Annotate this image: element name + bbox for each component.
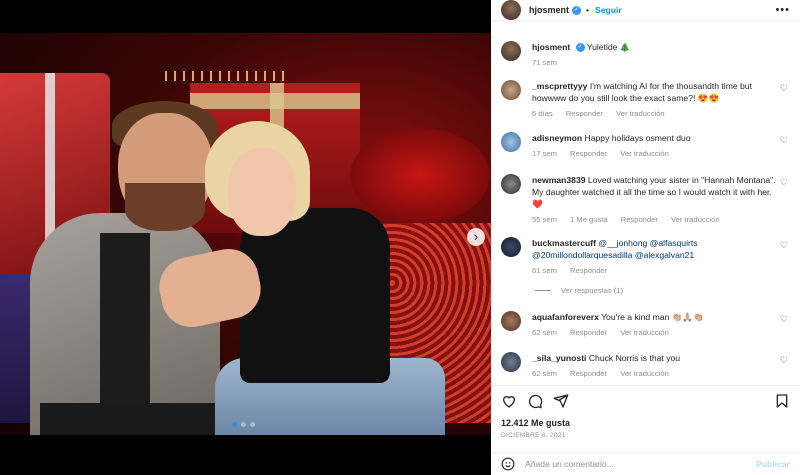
comment-icon[interactable] — [527, 393, 543, 409]
list-item: _sila_yunosti Chuck Norris is that you 6… — [501, 352, 796, 380]
heart-icon[interactable]: ♡ — [780, 355, 788, 366]
heart-icon[interactable] — [501, 393, 517, 409]
carousel-dot — [232, 422, 237, 427]
avatar[interactable] — [501, 0, 521, 20]
post-sidebar: hjosment ✓ • Seguir ••• hjosment ✓ Yulet… — [491, 0, 800, 475]
avatar[interactable] — [501, 132, 521, 152]
mention-link[interactable]: @alfasquirts — [650, 238, 698, 248]
reply-button[interactable]: Responder — [570, 328, 607, 337]
action-bar — [491, 385, 800, 415]
photo-image — [0, 33, 491, 435]
reply-button[interactable]: Responder — [566, 109, 603, 118]
reply-button[interactable]: Responder — [570, 149, 607, 158]
avatar[interactable] — [501, 352, 521, 372]
caption: hjosment ✓ Yuletide 🎄 71 sem — [501, 41, 796, 69]
avatar[interactable] — [501, 80, 521, 100]
carousel-dots — [232, 422, 255, 427]
list-item: aquafanforeverx You're a kind man 👏🏼🙏🏼👏🏼… — [501, 311, 796, 339]
likes-count[interactable]: 12.412 Me gusta — [501, 418, 570, 428]
author-username[interactable]: hjosment — [529, 5, 569, 15]
mention-link[interactable]: @alexgalvan21 — [635, 250, 694, 260]
translate-button[interactable]: Ver traducción — [616, 109, 665, 118]
translate-button[interactable]: Ver traducción — [620, 149, 669, 158]
string-lights — [165, 71, 285, 81]
chevron-right-icon[interactable]: › — [467, 228, 485, 246]
translate-button[interactable]: Ver traducción — [620, 328, 669, 337]
heart-icon[interactable]: ♡ — [780, 135, 788, 146]
comment-username[interactable]: _mscprettyyy — [532, 81, 587, 91]
comments-list: hjosment ✓ Yuletide 🎄 71 sem _mscprettyy… — [491, 33, 800, 385]
comment-time: 17 sem — [532, 149, 557, 158]
caption-username[interactable]: hjosment — [532, 42, 570, 52]
comment-username[interactable]: aquafanforeverx — [532, 312, 599, 322]
comment-input[interactable]: Añade un comentario... — [525, 459, 614, 469]
heart-icon[interactable]: ♡ — [780, 177, 788, 188]
comment-username[interactable]: buckmastercuff — [532, 238, 596, 248]
list-item: _mscprettyyy I'm watching AI for the tho… — [501, 80, 796, 120]
carousel-dot — [241, 422, 246, 427]
publish-button[interactable]: Publicar — [756, 459, 790, 469]
avatar[interactable] — [501, 311, 521, 331]
translate-button[interactable]: Ver traducción — [620, 369, 669, 378]
comment-time: 6 días — [532, 109, 553, 118]
comment-time: 61 sem — [532, 266, 557, 275]
comment-text: Chuck Norris is that you — [588, 353, 681, 363]
share-icon[interactable] — [553, 393, 569, 409]
comment-username[interactable]: _sila_yunosti — [532, 353, 586, 363]
carousel-dot — [250, 422, 255, 427]
view-replies-button[interactable]: Ver respuestas (1) — [535, 286, 623, 295]
comment-likes[interactable]: 1 Me gusta — [570, 215, 608, 224]
heart-icon[interactable]: ♡ — [780, 314, 788, 325]
comment-text: Happy holidays osment duo — [584, 133, 691, 143]
comment-time: 55 sem — [532, 215, 557, 224]
translate-button[interactable]: Ver traducción — [671, 215, 720, 224]
comment-username[interactable]: newman3839 — [532, 175, 586, 185]
caption-text: Yuletide 🎄 — [586, 42, 631, 52]
comment-time: 62 sem — [532, 369, 557, 378]
list-item: adisneymon Happy holidays osment duo 17 … — [501, 132, 796, 160]
reply-button[interactable]: Responder — [570, 266, 607, 275]
add-comment-bar: Añade un comentario... Publicar — [491, 452, 800, 475]
mention-link[interactable]: @__jonhong — [598, 238, 647, 248]
caption-time: 71 sem — [532, 58, 557, 67]
avatar[interactable] — [501, 174, 521, 194]
verified-icon: ✓ — [575, 43, 585, 53]
post-photo: › — [0, 0, 491, 475]
emoji-icon[interactable] — [501, 457, 515, 471]
post-header: hjosment ✓ • Seguir ••• — [491, 0, 800, 21]
list-item: buckmastercuff @__jonhong @alfasquirts @… — [501, 237, 796, 277]
mention-link[interactable]: @20millondollarquesadilla — [532, 250, 632, 260]
comment-time: 62 sem — [532, 328, 557, 337]
list-item: newman3839 Loved watching your sister in… — [501, 174, 796, 226]
reply-button[interactable]: Responder — [621, 215, 658, 224]
heart-icon[interactable]: ♡ — [780, 83, 788, 94]
bookmark-icon[interactable] — [774, 393, 790, 409]
post-date: DICIEMBRE 6, 2021 — [501, 432, 566, 439]
avatar[interactable] — [501, 237, 521, 257]
more-options-icon[interactable]: ••• — [775, 4, 790, 16]
comment-username[interactable]: adisneymon — [532, 133, 582, 143]
avatar[interactable] — [501, 41, 521, 61]
follow-button[interactable]: Seguir — [595, 5, 622, 15]
verified-icon: ✓ — [572, 5, 582, 15]
reply-button[interactable]: Responder — [570, 369, 607, 378]
red-bow — [350, 128, 490, 223]
heart-icon[interactable]: ♡ — [780, 240, 788, 251]
comment-text: You're a kind man 👏🏼🙏🏼👏🏼 — [601, 312, 704, 322]
